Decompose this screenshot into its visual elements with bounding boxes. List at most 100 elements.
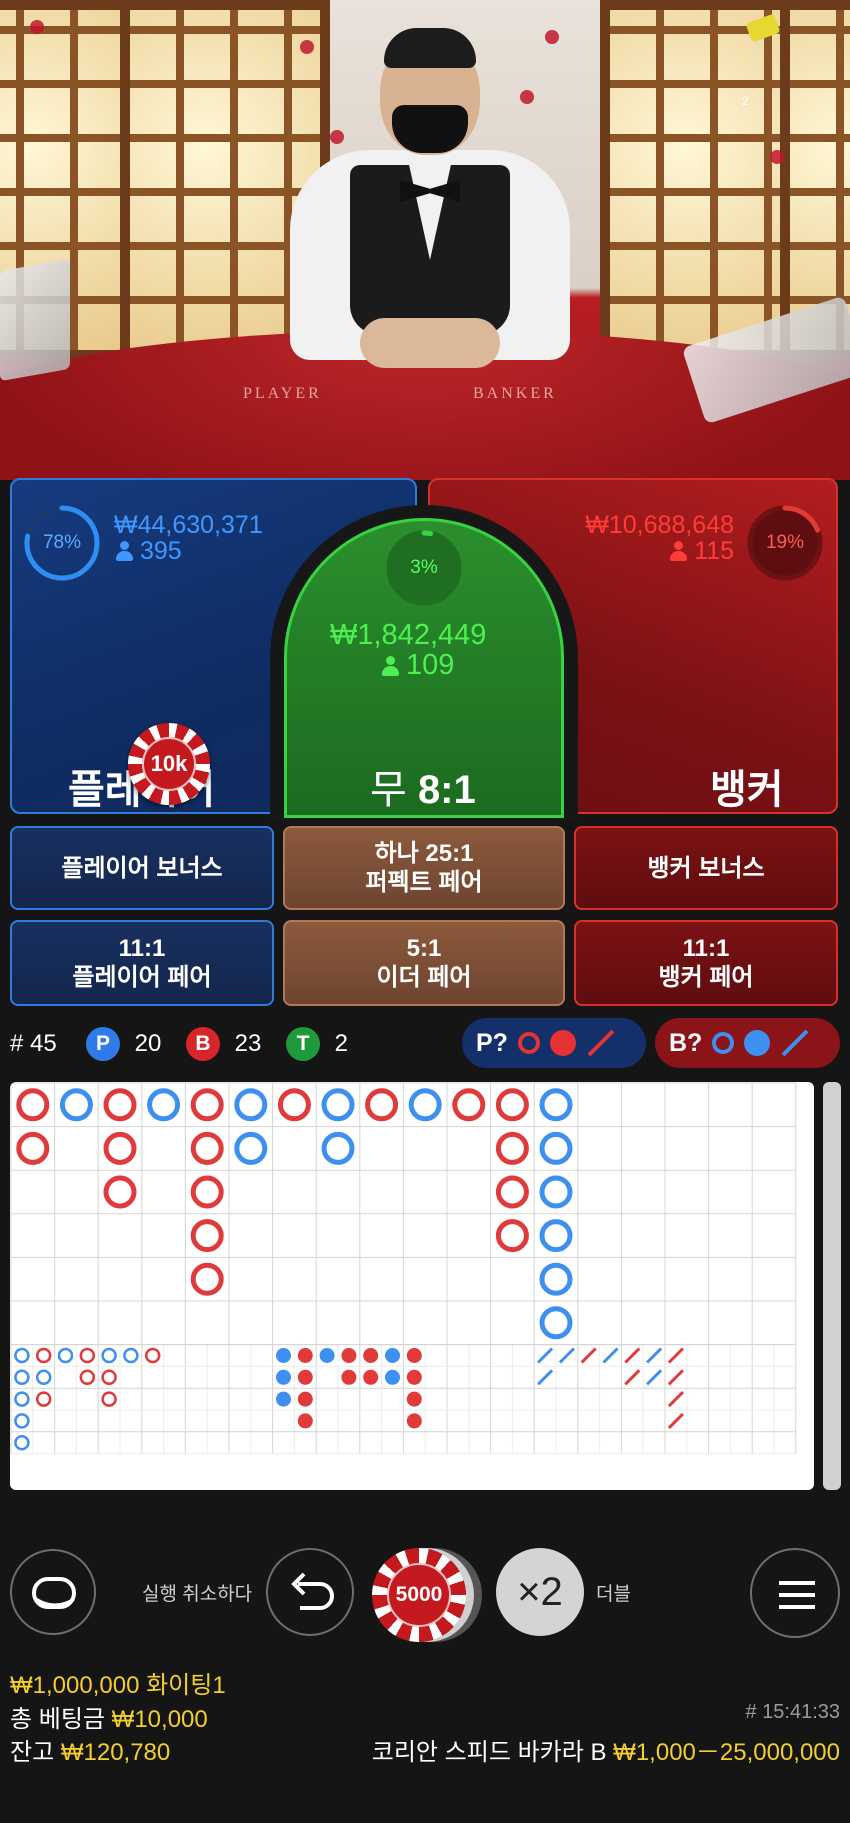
small-road-mark bbox=[406, 1413, 422, 1429]
big-eye-mark bbox=[14, 1391, 30, 1407]
tie-label-text: 무 bbox=[370, 768, 407, 812]
table-view-button[interactable] bbox=[10, 1549, 96, 1635]
big-road-banker bbox=[16, 1131, 50, 1165]
either-pair-button[interactable]: 5:1 이더 페어 bbox=[283, 920, 565, 1006]
tie-count-value: 109 bbox=[406, 649, 455, 681]
big-eye-mark bbox=[14, 1434, 30, 1451]
big-road-banker bbox=[277, 1088, 311, 1122]
cockroach-mark bbox=[602, 1347, 619, 1364]
person-icon bbox=[382, 656, 399, 676]
big-road-player bbox=[539, 1219, 573, 1253]
blossom bbox=[520, 90, 534, 104]
balance-value: ₩120,780 bbox=[60, 1739, 171, 1766]
small-road-mark bbox=[363, 1369, 379, 1385]
cockroach-mark bbox=[667, 1412, 684, 1429]
decorative-screen bbox=[600, 0, 810, 360]
cockroach-mark bbox=[646, 1369, 663, 1386]
undo-button[interactable] bbox=[266, 1548, 354, 1636]
cockroach-mark bbox=[667, 1391, 684, 1408]
big-eye-mark bbox=[14, 1369, 30, 1386]
big-road-player bbox=[59, 1088, 93, 1122]
balance-label: 잔고 bbox=[10, 1739, 55, 1766]
big-road-player bbox=[321, 1131, 355, 1165]
balance: 잔고 ₩120,780 bbox=[10, 1732, 170, 1767]
banker-bonus-button[interactable]: 뱅커 보너스 bbox=[574, 826, 838, 910]
table-icon bbox=[32, 1577, 76, 1609]
predict-hollow-icon bbox=[712, 1032, 735, 1054]
roads-grid bbox=[10, 1082, 797, 1455]
small-road-mark bbox=[276, 1391, 291, 1407]
player-predict-label: P? bbox=[476, 1028, 508, 1057]
cockroach-mark bbox=[667, 1347, 684, 1364]
big-road-banker bbox=[16, 1088, 50, 1122]
banker-label: 뱅커 bbox=[710, 768, 784, 812]
placed-chip[interactable]: 10k bbox=[128, 723, 210, 805]
banker-count: 115 bbox=[557, 537, 734, 566]
big-road-player bbox=[539, 1088, 573, 1122]
banker-percent: 19% bbox=[765, 532, 805, 553]
perfect-pair-label: 퍼펙트 페어 bbox=[365, 869, 483, 896]
tie-payout: 8:1 bbox=[417, 768, 476, 812]
person-icon bbox=[116, 541, 133, 561]
big-road-banker bbox=[495, 1175, 529, 1209]
banker-predict-label: B? bbox=[669, 1028, 703, 1057]
small-road-mark bbox=[297, 1391, 313, 1407]
big-road-player bbox=[408, 1088, 442, 1122]
cockroach-mark bbox=[667, 1369, 684, 1386]
tie-count: 109 bbox=[382, 649, 454, 682]
menu-button[interactable] bbox=[750, 1548, 840, 1638]
table-limits: ₩1,000－25,000,000 bbox=[613, 1739, 840, 1766]
table-info: 코리안 스피드 바카라 B ₩1,000－25,000,000 bbox=[372, 1732, 840, 1767]
banker-predict-button[interactable]: B? bbox=[655, 1018, 840, 1068]
banker-pair-button[interactable]: 11:1 뱅커 페어 bbox=[574, 920, 838, 1006]
big-road-player bbox=[147, 1088, 181, 1122]
small-road-mark bbox=[297, 1348, 313, 1363]
stream-number: 2 bbox=[742, 94, 749, 108]
total-bet-label: 총 베팅금 bbox=[10, 1706, 105, 1733]
tie-percent-ring: 3% bbox=[384, 528, 464, 608]
tie-badge: T bbox=[286, 1027, 320, 1061]
big-road-banker bbox=[495, 1219, 529, 1253]
small-road-mark bbox=[276, 1348, 291, 1363]
banker-percent-ring: 19% bbox=[745, 503, 825, 583]
big-road-banker bbox=[452, 1088, 486, 1122]
dealer-hair bbox=[384, 28, 476, 68]
tie-wins: T 2 bbox=[286, 1024, 348, 1064]
scoreboard-roads[interactable] bbox=[10, 1082, 814, 1490]
big-road-player bbox=[321, 1088, 355, 1122]
big-road-banker bbox=[103, 1131, 137, 1165]
blossom bbox=[330, 130, 344, 144]
big-road-player bbox=[234, 1131, 268, 1165]
menu-icon bbox=[779, 1581, 815, 1609]
big-road-banker bbox=[495, 1131, 529, 1165]
big-eye-mark bbox=[57, 1347, 74, 1364]
chip-selector[interactable]: 5000 bbox=[372, 1548, 466, 1642]
big-road-banker bbox=[190, 1131, 224, 1165]
dealer-mask bbox=[392, 105, 468, 153]
live-video-stream: PLAYER BANKER 2 bbox=[0, 0, 850, 480]
big-road-banker bbox=[190, 1088, 224, 1122]
player-predict-button[interactable]: P? .pr-slash.r:after{background:#e63232} bbox=[462, 1018, 646, 1068]
perfect-pair-button[interactable]: 하나 25:1 퍼펙트 페어 bbox=[283, 826, 565, 910]
small-road-mark bbox=[385, 1369, 400, 1385]
big-eye-mark bbox=[14, 1347, 30, 1364]
player-wins-count: 20 bbox=[134, 1030, 162, 1057]
big-eye-mark bbox=[35, 1391, 52, 1407]
player-bonus-button[interactable]: 플레이어 보너스 bbox=[10, 826, 274, 910]
double-button[interactable]: ×2 bbox=[496, 1548, 584, 1636]
player-amount: ₩44,630,371 bbox=[114, 511, 263, 539]
card-shoe bbox=[0, 258, 70, 382]
small-road-mark bbox=[385, 1348, 400, 1363]
player-pair-button[interactable]: 11:1 플레이어 페어 bbox=[10, 920, 274, 1006]
scoreboard-scroll-panel[interactable] bbox=[823, 1082, 841, 1490]
cockroach-mark bbox=[624, 1347, 641, 1364]
player-badge: P bbox=[86, 1027, 120, 1061]
cockroach-mark bbox=[537, 1347, 554, 1364]
bet-limit: ₩1,000,000 화이팅1 bbox=[10, 1672, 226, 1699]
clock: # 15:41:33 bbox=[745, 1701, 840, 1723]
undo-label: 실행 취소하다 bbox=[142, 1584, 253, 1605]
felt-player-label: PLAYER bbox=[243, 385, 322, 402]
blossom bbox=[770, 150, 784, 164]
banker-bonus-label: 뱅커 보너스 bbox=[647, 854, 765, 882]
banker-pair-payout: 11:1 bbox=[682, 935, 730, 962]
